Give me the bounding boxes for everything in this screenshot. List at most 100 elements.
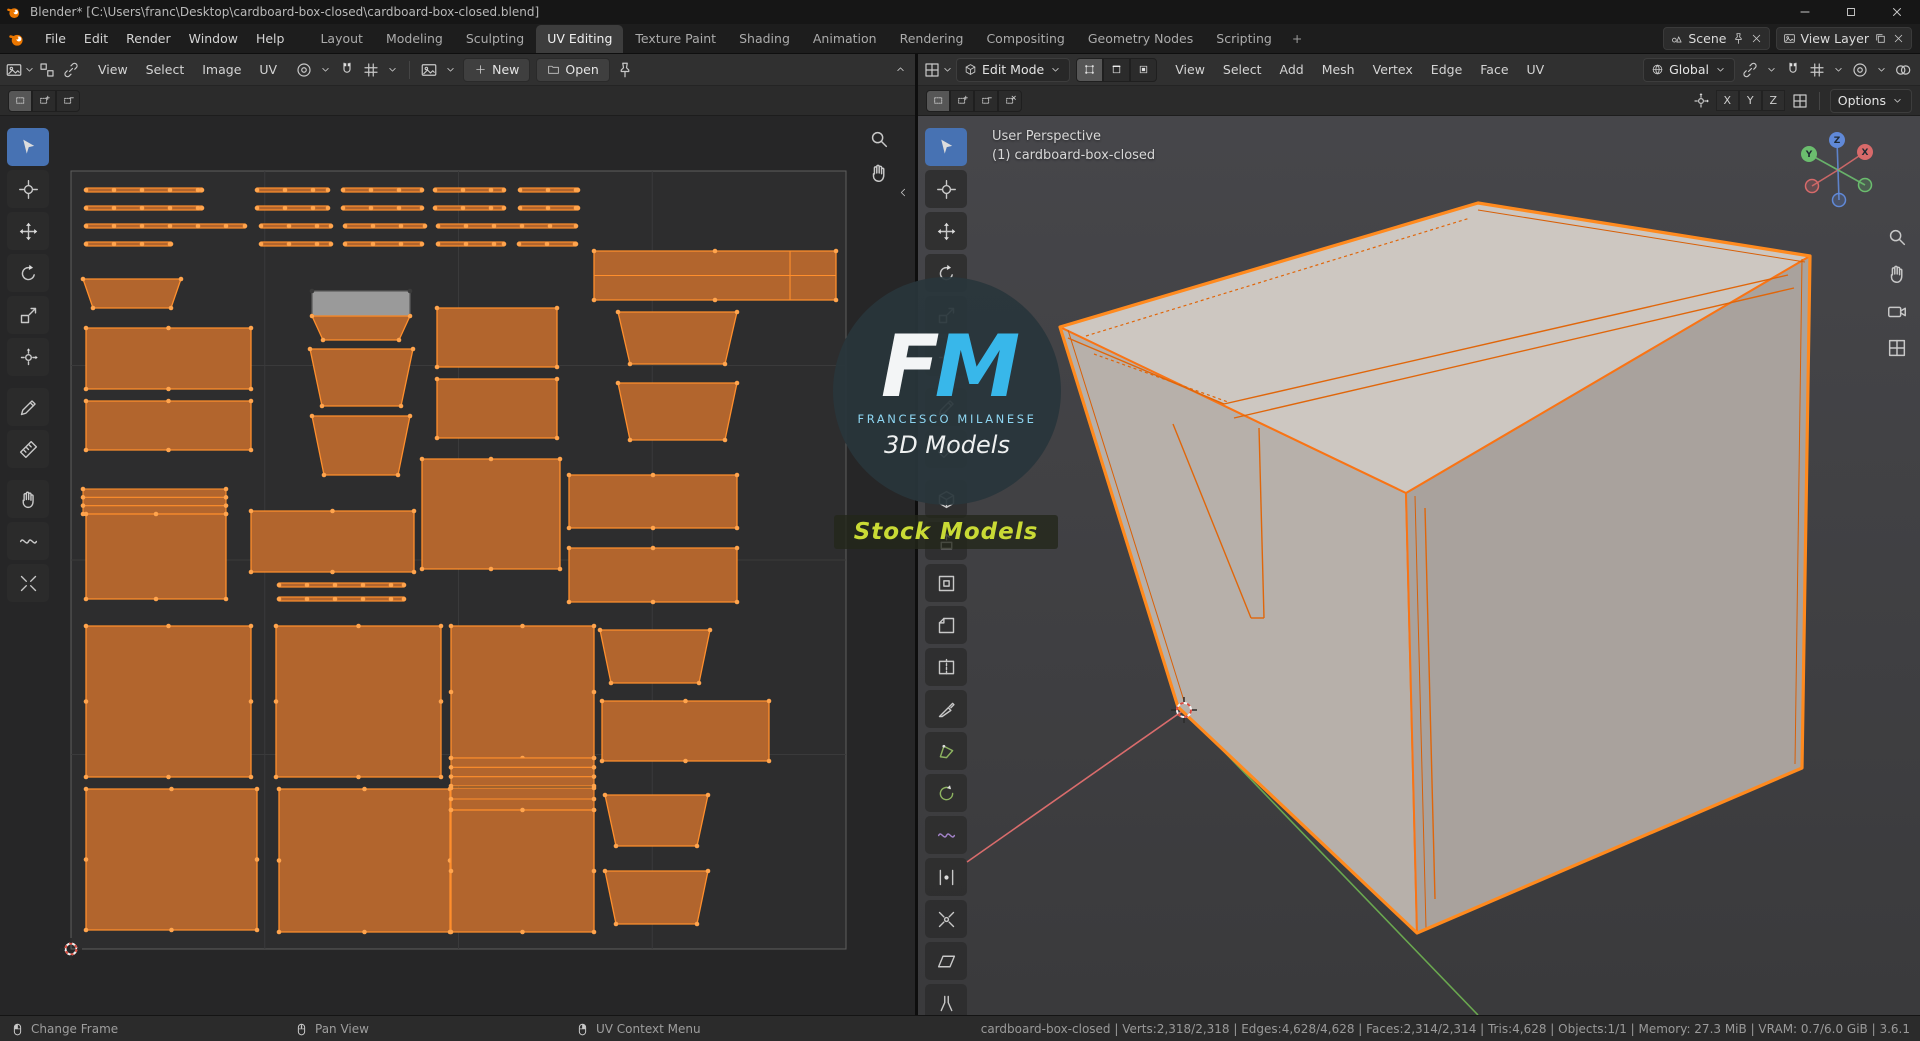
uv-island-unselected[interactable] xyxy=(311,290,411,317)
uv-edge-strip[interactable] xyxy=(342,205,423,211)
uv-island[interactable] xyxy=(604,794,709,847)
snap-target-icon[interactable] xyxy=(1808,61,1826,79)
menu-file[interactable]: File xyxy=(37,28,74,49)
grab-tool[interactable] xyxy=(7,480,49,518)
select-mode-new[interactable] xyxy=(926,89,950,112)
uv-island[interactable] xyxy=(85,788,258,931)
knife-tool[interactable] xyxy=(925,690,967,728)
chevron-down-icon[interactable] xyxy=(319,63,332,76)
uv-editor-type-button[interactable] xyxy=(6,58,33,82)
overlays-icon[interactable] xyxy=(1894,61,1912,79)
select-mode-extend[interactable] xyxy=(950,89,974,112)
transform-tool[interactable] xyxy=(7,338,49,376)
gizmo-axis-negative[interactable] xyxy=(1831,192,1847,208)
uv-island[interactable] xyxy=(450,625,595,759)
snap-to-icon[interactable] xyxy=(1791,92,1809,110)
uv-island[interactable] xyxy=(421,458,561,570)
uv-island[interactable] xyxy=(617,382,738,441)
menu-help[interactable]: Help xyxy=(248,28,293,49)
uv-island[interactable] xyxy=(311,415,411,476)
toggle-ortho-icon[interactable] xyxy=(1886,337,1908,359)
uv-island[interactable] xyxy=(568,547,738,603)
select-mode-subtract[interactable] xyxy=(974,89,998,112)
rip-region-tool[interactable] xyxy=(925,984,967,1015)
cursor-tool[interactable] xyxy=(925,170,967,208)
uv-edge-strip[interactable] xyxy=(344,223,426,229)
uv-edge-strip[interactable] xyxy=(434,187,505,193)
uv-island[interactable] xyxy=(309,348,414,407)
app-menu-icon[interactable] xyxy=(8,29,28,49)
uv-island[interactable] xyxy=(85,625,252,778)
vp-menu-face[interactable]: Face xyxy=(1472,59,1516,80)
uv-island[interactable] xyxy=(278,788,451,933)
uv-island[interactable] xyxy=(568,474,738,529)
move-tool[interactable] xyxy=(925,212,967,250)
vp-menu-select[interactable]: Select xyxy=(1215,59,1270,80)
uv-edge-strip[interactable] xyxy=(278,596,405,602)
mirror-x-button[interactable]: X xyxy=(1715,90,1739,111)
camera-view-icon[interactable] xyxy=(1886,300,1908,322)
tab-animation[interactable]: Animation xyxy=(802,25,888,53)
view-layer-selector[interactable]: View Layer xyxy=(1775,27,1912,50)
chevron-down-icon[interactable] xyxy=(1832,63,1845,76)
select-mode-subtract[interactable] xyxy=(56,89,80,112)
proportional-editing-icon[interactable] xyxy=(295,61,313,79)
uv-menu-uv[interactable]: UV xyxy=(251,59,285,80)
mirror-y-button[interactable]: Y xyxy=(1738,90,1762,111)
zoom-icon[interactable] xyxy=(868,128,890,150)
measure-tool[interactable] xyxy=(7,430,49,468)
uv-island[interactable] xyxy=(601,700,770,762)
uv-select-link-icon[interactable] xyxy=(62,61,80,79)
chevron-down-icon[interactable] xyxy=(444,63,457,76)
vp-menu-view[interactable]: View xyxy=(1167,59,1213,80)
annotate-tool[interactable] xyxy=(7,388,49,426)
uv-edge-strip[interactable] xyxy=(342,187,423,193)
chevron-down-icon[interactable] xyxy=(1875,63,1888,76)
uv-island[interactable] xyxy=(82,278,182,309)
uv-island[interactable] xyxy=(604,870,709,925)
uv-menu-select[interactable]: Select xyxy=(138,59,193,80)
uv-island[interactable] xyxy=(85,400,252,451)
tab-texture-paint[interactable]: Texture Paint xyxy=(624,25,727,53)
scale-tool[interactable] xyxy=(7,296,49,334)
uv-edge-strip[interactable] xyxy=(256,187,329,193)
image-browse-icon[interactable] xyxy=(420,61,438,79)
smooth-tool[interactable] xyxy=(925,816,967,854)
maximize-button[interactable] xyxy=(1828,0,1874,24)
remove-view-layer-icon[interactable] xyxy=(1892,32,1905,45)
close-button[interactable] xyxy=(1874,0,1920,24)
tab-sculpting[interactable]: Sculpting xyxy=(455,25,535,53)
tab-uv-editing[interactable]: UV Editing xyxy=(536,25,624,53)
snap-target-icon[interactable] xyxy=(362,61,380,79)
options-dropdown[interactable]: Options xyxy=(1829,88,1912,113)
uv-edge-strip[interactable] xyxy=(85,241,172,247)
gizmo-axis-negative[interactable] xyxy=(1857,177,1873,193)
uv-sync-select-icon[interactable] xyxy=(38,61,56,79)
uv-edge-strip[interactable] xyxy=(256,205,329,211)
tab-layout[interactable]: Layout xyxy=(309,25,374,53)
transform-orientation-dropdown[interactable]: Global xyxy=(1643,57,1735,82)
uv-edge-strip[interactable] xyxy=(85,223,246,229)
select-mode-intersect[interactable] xyxy=(998,89,1022,112)
uv-island[interactable] xyxy=(436,378,558,439)
vertex-select-mode[interactable] xyxy=(1076,57,1104,82)
minimize-button[interactable] xyxy=(1782,0,1828,24)
chevron-down-icon[interactable] xyxy=(386,63,399,76)
uv-edge-strip[interactable] xyxy=(260,223,332,229)
vp-menu-mesh[interactable]: Mesh xyxy=(1314,59,1363,80)
select-mode-extend[interactable] xyxy=(32,89,56,112)
vp-menu-uv[interactable]: UV xyxy=(1519,59,1553,80)
mirror-gizmo-icon[interactable] xyxy=(1692,92,1710,110)
vp-menu-add[interactable]: Add xyxy=(1271,59,1311,80)
pin-image-icon[interactable] xyxy=(616,61,634,79)
uv-island[interactable] xyxy=(275,625,442,778)
pin-icon[interactable] xyxy=(1732,32,1745,45)
cursor-tool[interactable] xyxy=(7,170,49,208)
uv-menu-image[interactable]: Image xyxy=(194,59,249,80)
uv-edge-strip[interactable] xyxy=(278,582,405,588)
pan-hand-icon[interactable] xyxy=(1886,263,1908,285)
zoom-icon[interactable] xyxy=(1886,226,1908,248)
loop-cut-tool[interactable] xyxy=(925,648,967,686)
pan-hand-icon[interactable] xyxy=(868,162,890,184)
new-view-layer-icon[interactable] xyxy=(1874,32,1887,45)
